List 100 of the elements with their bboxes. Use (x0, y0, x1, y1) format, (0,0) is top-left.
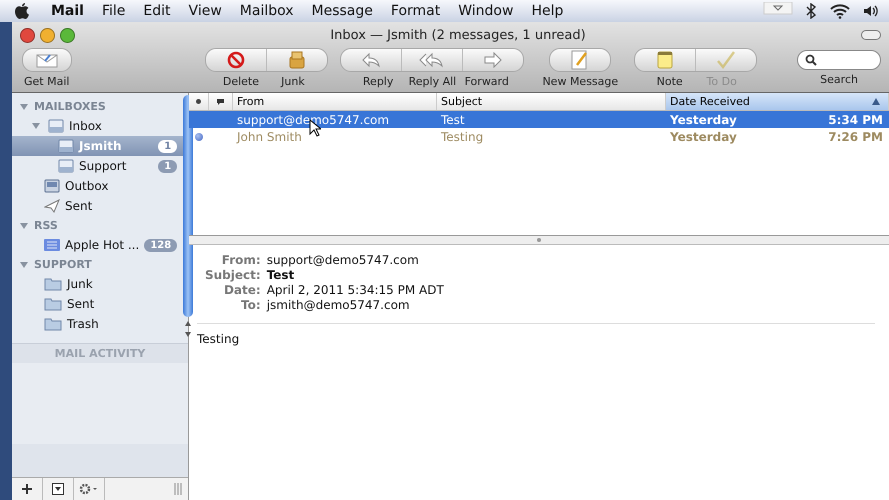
toolbar-button[interactable]: Get Mail (20, 75, 74, 88)
header-label: From: (220, 253, 261, 267)
sidebar-item[interactable]: Outbox (12, 176, 184, 196)
subject-cell-text: Test (440, 112, 466, 126)
sidebar-item[interactable]: Sent (12, 196, 184, 216)
toolbar-button[interactable]: Junk (266, 75, 319, 88)
search-field[interactable] (797, 50, 881, 70)
header-value: April 2, 2011 5:34:15 PM ADT (266, 283, 445, 297)
toolbar-toggle-button[interactable] (861, 30, 881, 40)
folder-icon (44, 317, 62, 331)
wifi-icon[interactable] (829, 3, 851, 19)
menu-item[interactable]: Help (522, 3, 572, 19)
message-body: Testing (197, 332, 240, 346)
time-cell: 5:34 PM (828, 112, 883, 126)
tray-icon (44, 179, 60, 193)
sender-cell-text: support@demo5747.com (236, 112, 390, 126)
folder-icon (44, 297, 62, 311)
zoom-button[interactable] (60, 28, 75, 42)
dropdown-box-icon (52, 483, 64, 495)
volume-icon[interactable] (863, 4, 879, 18)
menu-item[interactable]: Format (382, 3, 450, 19)
speech-bubble-icon (216, 98, 225, 106)
header-value: Test (266, 268, 296, 282)
section-header: MAIL ACTIVITY (12, 344, 188, 363)
pencil-paper-icon (571, 50, 590, 70)
tray-icon (58, 139, 74, 153)
mailbox-label: Outbox (65, 179, 110, 193)
disclosure-triangle-icon[interactable] (20, 222, 28, 228)
menu-item[interactable]: Edit (134, 3, 180, 19)
prohibited-icon (227, 51, 246, 69)
rss-icon (44, 239, 60, 251)
plus-icon (22, 484, 32, 494)
menu-item[interactable]: View (180, 3, 231, 19)
bluetooth-icon[interactable] (805, 3, 817, 19)
tray-icon (58, 159, 74, 173)
menu-item[interactable]: Mailbox (230, 3, 303, 19)
mailbox-label: Apple Hot ... (65, 238, 140, 252)
forward-arrow-icon (483, 52, 504, 68)
mailbox-label: Support (79, 159, 128, 173)
date-cell: Yesterday (670, 130, 737, 144)
header-label: Subject: (205, 268, 261, 282)
toolbar-button[interactable]: Delete (214, 75, 267, 88)
menu-item[interactable]: Window (449, 3, 522, 19)
sidebar-item[interactable]: Sent (12, 294, 184, 314)
column-header[interactable]: From (233, 93, 437, 110)
sidebar-item[interactable]: Apple Hot ... 128 (12, 235, 184, 255)
message-row[interactable]: support@demo5747.com Test Yesterday 5:34 PM (189, 111, 889, 128)
unread-count: 1 (158, 140, 178, 152)
checkmark-icon (716, 51, 736, 69)
section-header: SUPPORT (34, 258, 92, 271)
apple-logo-icon[interactable] (14, 2, 30, 20)
header-value: jsmith@demo5747.com (266, 298, 411, 312)
split-handle[interactable] (189, 235, 889, 245)
window-title: Inbox — Jsmith (2 messages, 1 unread) (329, 28, 587, 42)
minimize-button[interactable] (40, 28, 55, 42)
unread-count: 1 (158, 160, 178, 172)
junk-bag-icon (288, 51, 306, 69)
subject-cell-text: Testing (440, 130, 484, 144)
mailbox-label: Jsmith (79, 139, 123, 153)
sidebar-item[interactable]: Support 1 (12, 156, 184, 176)
header-label: To: (240, 298, 261, 312)
search-label: Search (819, 73, 859, 86)
toolbar-button[interactable]: Reply (352, 75, 405, 88)
time-cell: 7:26 PM (828, 130, 883, 144)
header-value: support@demo5747.com (266, 253, 420, 267)
toolbar-button[interactable]: Reply All (404, 75, 460, 88)
mailbox-label: Junk (67, 277, 94, 291)
sidebar-item[interactable]: Inbox (12, 116, 184, 136)
toolbar-button[interactable]: New Message (538, 75, 622, 88)
reply-arrow-icon (361, 52, 382, 68)
reply-all-arrow-icon (419, 52, 446, 68)
paper-plane-icon (44, 199, 60, 213)
search-icon (805, 54, 818, 66)
sidebar-item[interactable]: Jsmith 1 (12, 136, 184, 156)
menu-item[interactable]: Message (302, 3, 382, 19)
unread-column-icon (196, 99, 201, 104)
mailbox-label: Inbox (69, 119, 103, 133)
menu-item[interactable]: Mail (42, 3, 93, 19)
resize-grip-icon[interactable] (174, 483, 182, 495)
disclosure-triangle-icon[interactable] (20, 104, 28, 110)
date-cell: Yesterday (670, 112, 737, 126)
column-header[interactable]: Date Received (666, 93, 889, 110)
toolbar-button[interactable]: Forward (460, 75, 514, 88)
section-header: RSS (34, 219, 58, 232)
close-button[interactable] (20, 28, 35, 42)
header-label: Date: (222, 283, 261, 297)
mailbox-label: Sent (67, 297, 96, 311)
sidebar-item[interactable]: Junk (12, 274, 184, 294)
toolbar-button[interactable]: Note (644, 75, 696, 88)
sidebar-item[interactable]: Trash (12, 314, 184, 334)
disclosure-triangle-icon[interactable] (32, 123, 40, 129)
mailbox-label: Trash (67, 317, 100, 331)
tray-icon (48, 119, 64, 133)
disclosure-triangle-icon[interactable] (20, 262, 28, 268)
envelope-icon (36, 52, 58, 68)
menu-item[interactable]: File (92, 3, 134, 19)
section-header: MAILBOXES (34, 100, 106, 113)
folder-icon (44, 277, 62, 291)
mailbox-label: Sent (65, 199, 94, 213)
sender-cell-text: John Smith (235, 130, 303, 144)
